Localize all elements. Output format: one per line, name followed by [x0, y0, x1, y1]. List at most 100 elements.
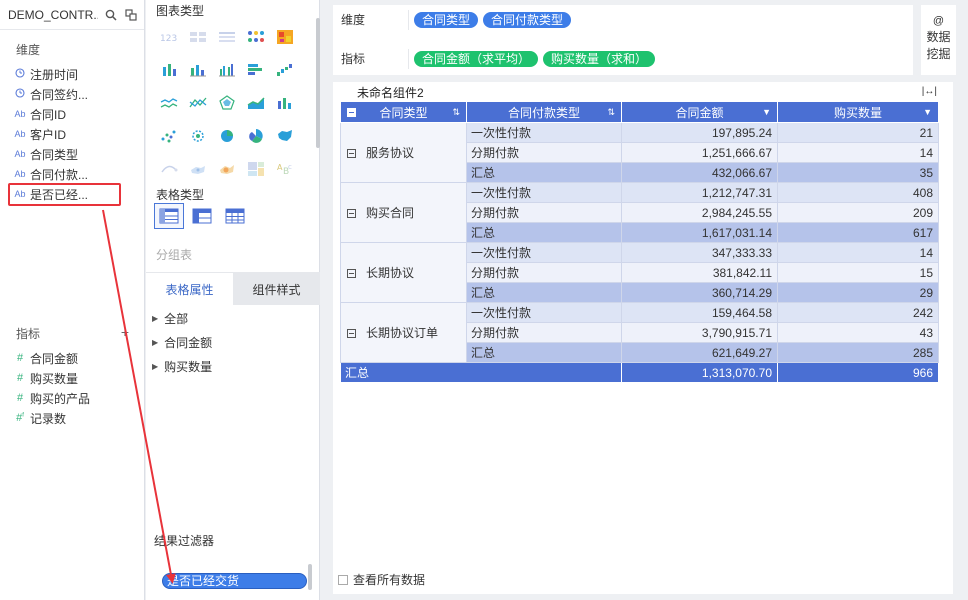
scatter-chart-icon[interactable]: [154, 125, 183, 147]
heat-map-region-icon[interactable]: [212, 158, 241, 180]
line-chart-icon[interactable]: [183, 92, 212, 114]
datasource-name[interactable]: DEMO_CONTR...: [8, 8, 98, 22]
header-purchase-qty[interactable]: 购买数量 ▼: [777, 101, 939, 123]
table-header-row: 合同类型 ⇅ 合同付款类型 ⇅ 合同金额 ▼ 购买数量 ▼: [340, 101, 939, 123]
dimension-field-item[interactable]: Ab 合同付款...: [0, 164, 145, 184]
amount-cell: 360,714.29: [621, 282, 778, 303]
dimension-pill-payment-type[interactable]: 合同付款类型: [483, 12, 572, 28]
text-table-chart-icon[interactable]: [212, 26, 241, 48]
dimension-field-item[interactable]: 注册时间: [0, 64, 145, 84]
number-field-icon: #: [16, 392, 24, 404]
collapse-group-icon[interactable]: [347, 149, 356, 158]
grouped-bar-chart-icon[interactable]: [212, 59, 241, 81]
metric-field-item[interactable]: # 购买数量: [0, 368, 145, 388]
grand-total-row: 汇总 1,313,070.70 966: [340, 362, 939, 383]
filter-field-pill[interactable]: 是否已经交货: [162, 573, 307, 589]
payment-type-cell: 一次性付款: [466, 242, 622, 263]
group-name: 购买合同: [366, 206, 415, 220]
grand-total-qty: 966: [777, 362, 939, 383]
metric-list: # 合同金额 # 购买数量 # 购买的产品 #f 记录数: [0, 348, 145, 428]
data-mining-button[interactable]: @ 数据 挖掘: [921, 5, 956, 75]
heatmap-chart-icon[interactable]: [270, 26, 299, 48]
header-payment-type-label: 合同付款类型: [507, 105, 580, 120]
metric-pill-purchase-qty[interactable]: 购买数量（求和）: [543, 51, 656, 67]
header-contract-amount[interactable]: 合同金额 ▼: [621, 101, 778, 123]
flow-map-chart-icon[interactable]: [154, 158, 183, 180]
dimension-pill-contract-type[interactable]: 合同类型: [414, 12, 479, 28]
rose-chart-icon[interactable]: [241, 125, 270, 147]
treemap-chart-icon[interactable]: [241, 158, 270, 180]
bubble-chart-icon[interactable]: [183, 125, 212, 147]
header-purchase-qty-label: 购买数量: [833, 105, 882, 120]
sort-filter-icon[interactable]: ⇅: [452, 107, 460, 118]
metric-shelf[interactable]: 指标 合同金额（求平均） 购买数量（求和）: [333, 44, 913, 74]
table-widget: 未命名组件2 |↔| 合同类型 ⇅ 合同付款类型 ⇅ 合同金额 ▼ 购买数量 ▼…: [333, 82, 953, 594]
map-chart-icon[interactable]: [270, 125, 299, 147]
chart-type-scrollbar[interactable]: [316, 18, 320, 148]
header-payment-type[interactable]: 合同付款类型 ⇅: [466, 101, 622, 123]
view-all-checkbox[interactable]: [338, 574, 348, 585]
metric-pill-contract-amount[interactable]: 合同金额（求平均）: [414, 51, 539, 67]
qty-cell: 14: [777, 142, 939, 163]
field-settings-icon[interactable]: [124, 8, 138, 22]
grand-total-label: 汇总: [340, 362, 622, 383]
filter-scrollbar[interactable]: [308, 564, 312, 590]
payment-type-cell: 一次性付款: [466, 302, 622, 323]
group-name: 长期协议订单: [366, 326, 439, 340]
property-item-label: 合同金额: [164, 335, 213, 350]
amount-cell: 1,212,747.31: [621, 182, 778, 203]
cross-table-type-icon[interactable]: [187, 203, 217, 229]
waterfall-chart-icon[interactable]: [270, 59, 299, 81]
bar-chart-icon[interactable]: [183, 59, 212, 81]
dropdown-arrow-icon[interactable]: ▼: [762, 107, 771, 117]
metric-field-item[interactable]: # 购买的产品: [0, 388, 145, 408]
header-contract-type[interactable]: 合同类型 ⇅: [340, 101, 467, 123]
pie-chart-icon[interactable]: [212, 125, 241, 147]
tab-table-properties[interactable]: 表格属性: [146, 273, 233, 305]
property-item[interactable]: ▶ 合同金额: [152, 330, 212, 354]
wordcloud-chart-icon[interactable]: ABc: [270, 158, 299, 180]
property-item[interactable]: ▶ 全部: [152, 306, 212, 330]
group-table-label: 分组表: [156, 248, 193, 262]
data-mining-label-line2: 挖掘: [926, 47, 951, 61]
dimension-field-item[interactable]: 合同签约...: [0, 84, 145, 104]
metric-field-label: 购买数量: [30, 371, 79, 386]
group-table-type-icon[interactable]: [154, 203, 184, 229]
collapse-all-icon[interactable]: [347, 108, 356, 117]
search-icon[interactable]: [104, 8, 118, 22]
dimension-field-item[interactable]: Ab 客户ID: [0, 124, 145, 144]
dimension-field-item[interactable]: Ab 合同类型: [0, 144, 145, 164]
amount-cell: 432,066.67: [621, 162, 778, 183]
collapse-group-icon[interactable]: [347, 269, 356, 278]
property-item[interactable]: ▶ 购买数量: [152, 354, 212, 378]
combo-chart-icon[interactable]: [270, 92, 299, 114]
horizontal-bar-chart-icon[interactable]: [241, 59, 270, 81]
dot-matrix-chart-icon[interactable]: [241, 26, 270, 48]
payment-type-cell: 一次性付款: [466, 122, 622, 143]
dimension-shelf[interactable]: 维度 合同类型 合同付款类型: [333, 5, 913, 35]
point-map-chart-icon[interactable]: [183, 158, 212, 180]
number-field-icon: #: [16, 372, 24, 384]
metric-field-item[interactable]: # 合同金额: [0, 348, 145, 368]
metric-field-item[interactable]: #f 记录数: [0, 408, 145, 428]
area-line-chart-icon[interactable]: [154, 92, 183, 114]
number-chart-icon[interactable]: 123: [154, 26, 183, 48]
collapse-group-icon[interactable]: [347, 209, 356, 218]
kpi-card-chart-icon[interactable]: [183, 26, 212, 48]
radar-chart-icon[interactable]: [212, 92, 241, 114]
add-metric-icon[interactable]: +: [121, 324, 129, 340]
widget-title[interactable]: 未命名组件2: [357, 84, 424, 101]
stacked-bar-chart-icon[interactable]: [154, 59, 183, 81]
collapse-group-icon[interactable]: [347, 329, 356, 338]
property-list: ▶ 全部 ▶ 合同金额 ▶ 购买数量: [152, 306, 212, 378]
fit-width-icon[interactable]: |↔|: [922, 86, 937, 97]
result-filter-dropzone[interactable]: 是否已经交货: [154, 558, 312, 594]
view-all-data-toggle[interactable]: 查看所有数据: [338, 571, 425, 588]
tab-component-style[interactable]: 组件样式: [233, 273, 320, 305]
detail-table-type-icon[interactable]: [220, 203, 250, 229]
table-row: 长期协议订单 一次性付款 159,464.58 242: [340, 302, 939, 363]
sort-filter-icon[interactable]: ⇅: [607, 107, 615, 118]
dropdown-arrow-icon[interactable]: ▼: [923, 107, 932, 117]
dimension-field-item[interactable]: Ab 合同ID: [0, 104, 145, 124]
area-chart-icon[interactable]: [241, 92, 270, 114]
